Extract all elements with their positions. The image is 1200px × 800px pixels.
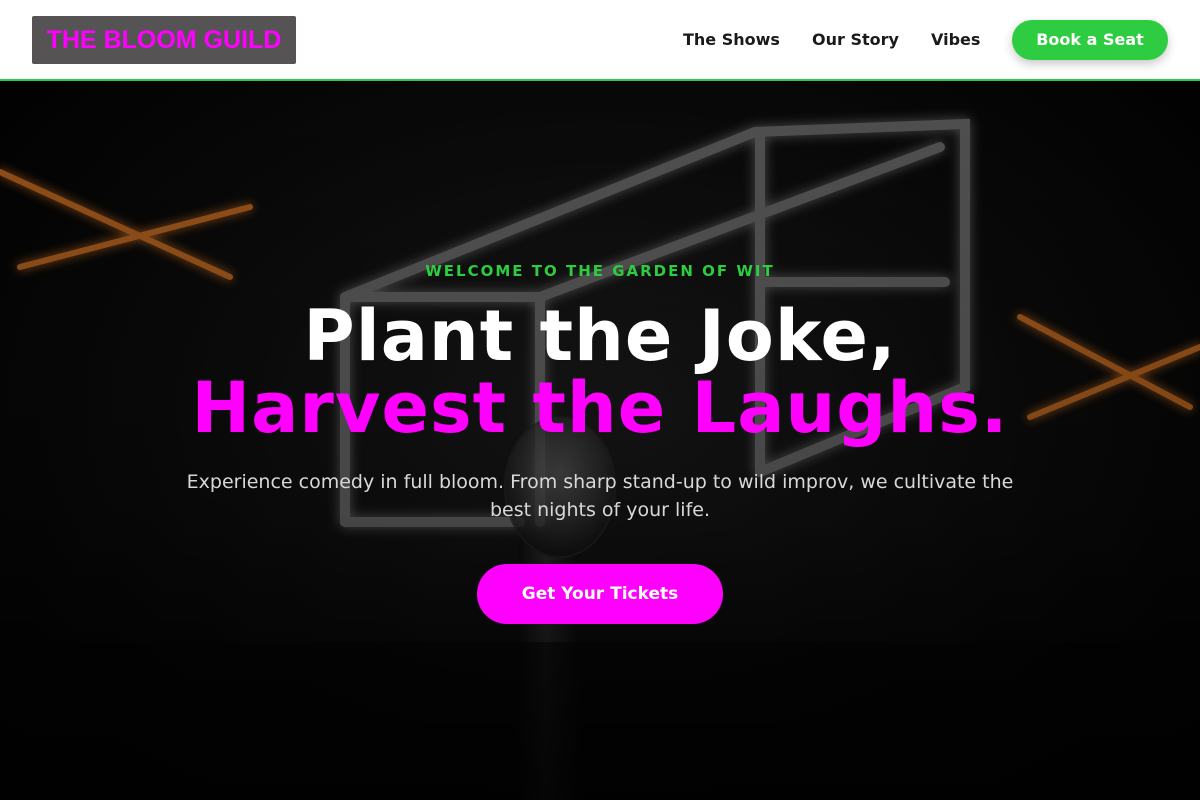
- hero-headline-line1: Plant the Joke,: [303, 295, 897, 377]
- nav-link-vibes[interactable]: Vibes: [931, 0, 980, 80]
- site-logo[interactable]: THE BLOOM GUILD: [32, 16, 296, 64]
- nav-link-shows[interactable]: The Shows: [683, 0, 780, 80]
- hero-eyebrow: WELCOME TO THE GARDEN OF WIT: [425, 262, 775, 280]
- hero-headline-line2: Harvest the Laughs.: [191, 367, 1009, 449]
- get-tickets-button[interactable]: Get Your Tickets: [477, 564, 723, 624]
- hero-subtext: Experience comedy in full bloom. From sh…: [186, 471, 1014, 521]
- hero-section: WELCOME TO THE GARDEN OF WIT Plant the J…: [0, 82, 1200, 800]
- site-header: THE BLOOM GUILD The Shows Our Story Vibe…: [0, 0, 1200, 81]
- nav-link-story[interactable]: Our Story: [812, 0, 899, 80]
- book-seat-button[interactable]: Book a Seat: [1012, 20, 1168, 60]
